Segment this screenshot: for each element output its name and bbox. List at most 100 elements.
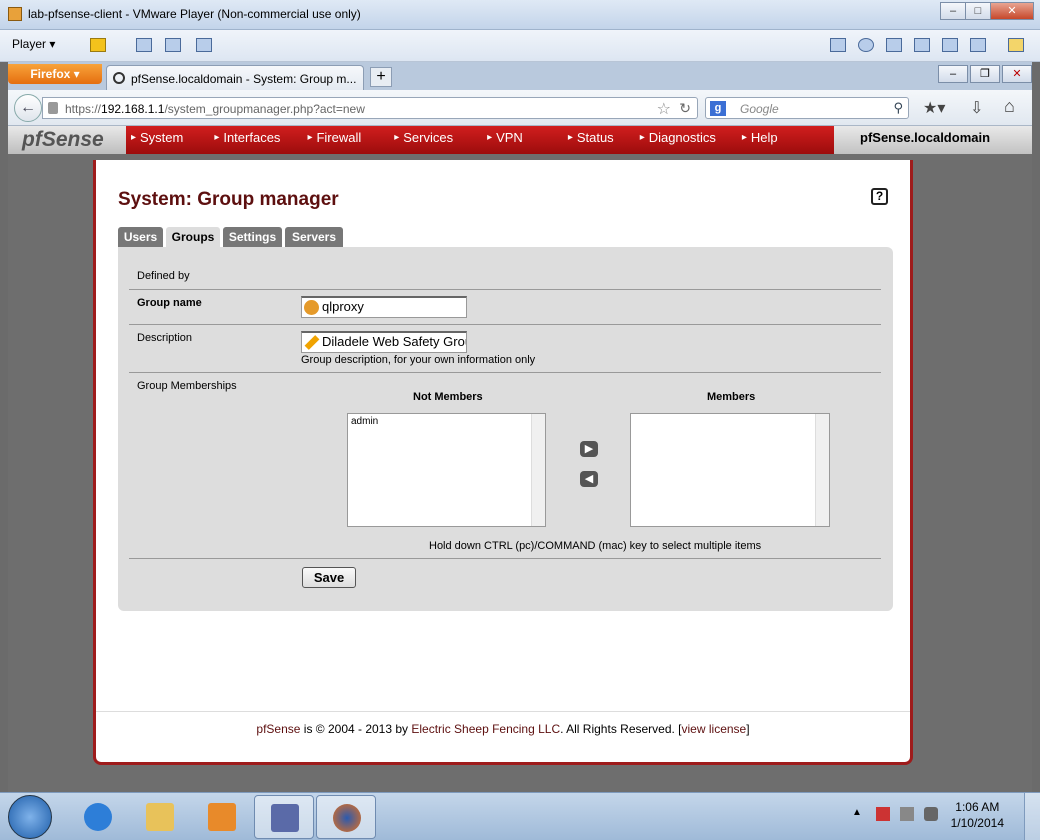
- browser-tab-title: pfSense.localdomain - System: Group m...: [131, 72, 357, 86]
- vmware-title-bar: lab-pfsense-client - VMware Player (Non-…: [0, 0, 1040, 30]
- group-name-label: Group name: [137, 297, 202, 309]
- tab-groups[interactable]: Groups: [166, 227, 220, 247]
- scrollbar[interactable]: [531, 414, 545, 526]
- usb-icon[interactable]: [970, 38, 986, 52]
- vmware-icon: [8, 7, 22, 21]
- browser-restore-button[interactable]: ❐: [970, 65, 1000, 83]
- pause-icon[interactable]: [90, 38, 106, 52]
- browser-close-button[interactable]: ✕: [1002, 65, 1032, 83]
- show-desktop-button[interactable]: [1024, 793, 1040, 840]
- bookmarks-icon[interactable]: ★▾: [923, 98, 945, 118]
- menu-vpn[interactable]: VPN: [487, 126, 523, 154]
- list-item[interactable]: admin: [351, 416, 378, 427]
- description-input[interactable]: Diladele Web Safety Grou: [301, 331, 467, 353]
- download-icon[interactable]: ⇩: [970, 98, 983, 118]
- menu-help[interactable]: Help: [742, 126, 778, 154]
- explorer-taskbar-icon[interactable]: [130, 795, 190, 839]
- tab-servers[interactable]: Servers: [285, 227, 343, 247]
- google-icon[interactable]: g: [710, 101, 726, 116]
- url-bar[interactable]: https://192.168.1.1/system_groupmanager.…: [42, 97, 698, 119]
- group-name-input[interactable]: qlproxy: [301, 296, 467, 318]
- menu-interfaces[interactable]: Interfaces: [214, 126, 280, 154]
- search-placeholder: Google: [740, 102, 779, 116]
- close-button[interactable]: ✕: [990, 2, 1034, 20]
- network-icon[interactable]: [136, 38, 152, 52]
- row-divider: [129, 289, 881, 290]
- scrollbar[interactable]: [815, 414, 829, 526]
- maximize-button[interactable]: □: [965, 2, 991, 20]
- show-hidden-icons-icon[interactable]: ▲: [852, 807, 866, 821]
- footer-divider: [96, 711, 910, 712]
- vmware-window-title: lab-pfsense-client - VMware Player (Non-…: [28, 7, 361, 21]
- description-label: Description: [137, 332, 193, 344]
- view-license-link[interactable]: view license: [682, 722, 747, 736]
- help-icon[interactable]: ?: [871, 188, 888, 205]
- page-title: System: Group manager: [118, 189, 339, 210]
- pfsense-nav-bar: pfSense System Interfaces Firewall Servi…: [8, 126, 1032, 154]
- volume-icon[interactable]: [924, 807, 938, 821]
- move-right-button[interactable]: ▶: [580, 441, 598, 457]
- menu-services[interactable]: Services: [394, 126, 453, 154]
- vmware-taskbar-icon[interactable]: [254, 795, 314, 839]
- windows-taskbar: ▲ 1:06 AM 1/10/2014: [0, 792, 1040, 840]
- back-button[interactable]: ←: [14, 94, 42, 122]
- menu-status[interactable]: Status: [568, 126, 614, 154]
- browser-minimize-button[interactable]: –: [938, 65, 968, 83]
- bookmark-star-icon[interactable]: ☆: [657, 99, 671, 119]
- player-menu-button[interactable]: Player ▾: [12, 37, 55, 51]
- description-help: Group description, for your own informat…: [301, 354, 536, 366]
- action-center-icon[interactable]: [876, 807, 890, 821]
- firefox-nav-bar: ← https://192.168.1.1/system_groupmanage…: [8, 90, 1032, 126]
- tab-users[interactable]: Users: [118, 227, 163, 247]
- defined-by-label: Defined by: [137, 270, 190, 282]
- browser-tab[interactable]: pfSense.localdomain - System: Group m...: [106, 65, 364, 90]
- save-button[interactable]: Save: [302, 567, 356, 588]
- reload-icon[interactable]: ↻: [679, 100, 691, 117]
- lock-icon: [48, 102, 58, 114]
- clock[interactable]: 1:06 AM 1/10/2014: [951, 799, 1004, 831]
- not-members-listbox[interactable]: admin: [347, 413, 546, 527]
- pencil-icon: [304, 335, 320, 350]
- start-button[interactable]: [8, 795, 52, 839]
- home-icon[interactable]: ⌂: [1004, 96, 1015, 117]
- menu-firewall[interactable]: Firewall: [307, 126, 361, 154]
- firefox-tab-bar: Firefox ▾ pfSense.localdomain - System: …: [8, 62, 1032, 90]
- pfsense-logo[interactable]: pfSense: [8, 126, 126, 154]
- notes-icon[interactable]: [1008, 38, 1024, 52]
- tab-settings[interactable]: Settings: [223, 227, 282, 247]
- vmware-toolbar: Player ▾: [0, 30, 1040, 62]
- fullscreen-icon[interactable]: [165, 38, 181, 52]
- members-label: Members: [707, 391, 756, 403]
- footer: pfSense is © 2004 - 2013 by Electric She…: [256, 722, 750, 736]
- media-player-taskbar-icon[interactable]: [192, 795, 252, 839]
- menu-system[interactable]: System: [131, 126, 183, 154]
- row-divider: [129, 372, 881, 373]
- minimize-button[interactable]: –: [940, 2, 966, 20]
- pfsense-favicon-icon: [113, 72, 125, 84]
- group-memberships-label: Group Memberships: [137, 380, 237, 392]
- new-tab-button[interactable]: +: [370, 67, 392, 87]
- search-icon[interactable]: ⚲: [893, 100, 903, 116]
- firefox-menu-button[interactable]: Firefox ▾: [8, 64, 102, 84]
- pfsense-link[interactable]: pfSense: [256, 722, 300, 736]
- not-members-label: Not Members: [413, 391, 483, 403]
- search-bar[interactable]: g Google ⚲: [705, 97, 909, 119]
- firefox-taskbar-icon[interactable]: [316, 795, 376, 839]
- cd-icon[interactable]: [858, 38, 874, 52]
- hdd-icon[interactable]: [830, 38, 846, 52]
- nic-icon[interactable]: [886, 38, 902, 52]
- row-divider: [129, 558, 881, 559]
- company-link[interactable]: Electric Sheep Fencing LLC: [411, 722, 560, 736]
- ie-taskbar-icon[interactable]: [68, 795, 128, 839]
- unity-icon[interactable]: [196, 38, 212, 52]
- multi-select-help: Hold down CTRL (pc)/COMMAND (mac) key to…: [429, 540, 762, 552]
- move-left-button[interactable]: ◀: [580, 471, 598, 487]
- menu-diagnostics[interactable]: Diagnostics: [640, 126, 716, 154]
- row-divider: [129, 324, 881, 325]
- network-tray-icon[interactable]: [900, 807, 914, 821]
- members-listbox[interactable]: [630, 413, 830, 527]
- sound-icon[interactable]: [942, 38, 958, 52]
- pfsense-menu: System Interfaces Firewall Services VPN …: [126, 126, 834, 154]
- printer-icon[interactable]: [914, 38, 930, 52]
- url-text: https://192.168.1.1/system_groupmanager.…: [65, 102, 365, 116]
